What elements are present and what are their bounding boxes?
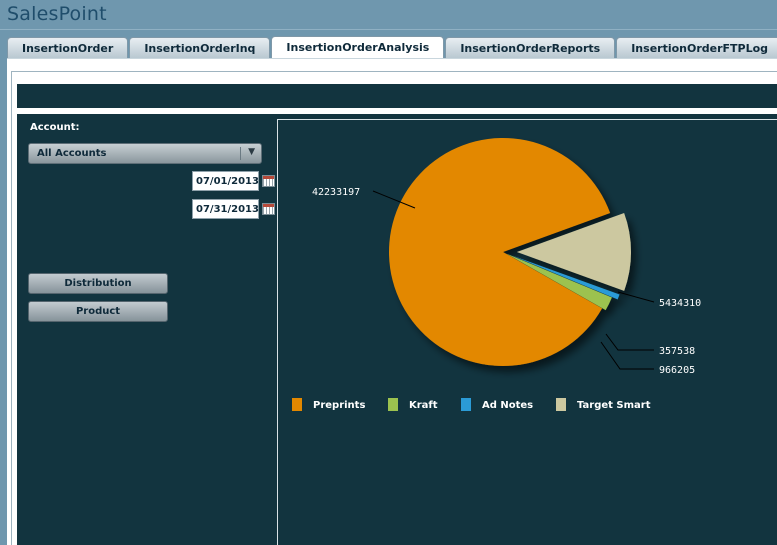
legend-swatch-kraft — [388, 398, 398, 411]
account-select-value: All Accounts — [37, 148, 107, 159]
start-calendar-icon[interactable] — [262, 175, 275, 187]
end-calendar-icon[interactable] — [262, 203, 275, 215]
select-divider — [240, 147, 241, 160]
distribution-button[interactable]: Distribution — [28, 273, 168, 294]
legend-label-kraft: Kraft — [409, 400, 438, 411]
legend-swatch-target-smart — [556, 398, 566, 411]
end-date-input[interactable]: 07/31/2013 — [192, 199, 259, 219]
legend-label-preprints: Preprints — [313, 400, 365, 411]
data-label-preprints: 42233197 — [312, 187, 360, 198]
pie-chart: 42233197 5434310 357538 966205 Preprints Kra… — [292, 137, 701, 411]
legend-label-target-smart: Target Smart — [577, 400, 651, 411]
legend-swatch-preprints — [292, 398, 302, 411]
tab-insertion-order-reports[interactable]: InsertionOrderReports — [445, 37, 616, 58]
product-button[interactable]: Product — [28, 301, 168, 322]
account-label: Account: — [30, 122, 80, 133]
tab-insertion-order[interactable]: InsertionOrder — [7, 37, 129, 58]
legend-label-ad-notes: Ad Notes — [482, 400, 533, 411]
chevron-down-icon: ▼ — [248, 147, 255, 157]
data-label-kraft: 966205 — [659, 365, 695, 376]
tab-insertion-order-inq[interactable]: InsertionOrderInq — [129, 37, 271, 58]
title-divider — [0, 29, 777, 30]
tab-insertion-order-ftp-log[interactable]: InsertionOrderFTPLog — [616, 37, 777, 58]
leader-line-target-smart — [617, 291, 655, 303]
header-bar — [17, 84, 777, 108]
leader-line-ad-notes — [605, 333, 654, 351]
start-date-input[interactable]: 07/01/2013 — [192, 171, 259, 191]
leader-line-kraft — [600, 341, 654, 370]
tab-insertion-order-analysis[interactable]: InsertionOrderAnalysis — [271, 36, 445, 58]
data-label-target-smart: 5434310 — [659, 298, 701, 309]
data-label-ad-notes: 357538 — [659, 346, 695, 357]
account-select[interactable]: All Accounts ▼ — [28, 143, 262, 164]
legend-swatch-ad-notes — [461, 398, 471, 411]
app-title: SalesPoint — [7, 3, 107, 25]
tab-bar: InsertionOrder InsertionOrderInq Inserti… — [7, 36, 777, 58]
